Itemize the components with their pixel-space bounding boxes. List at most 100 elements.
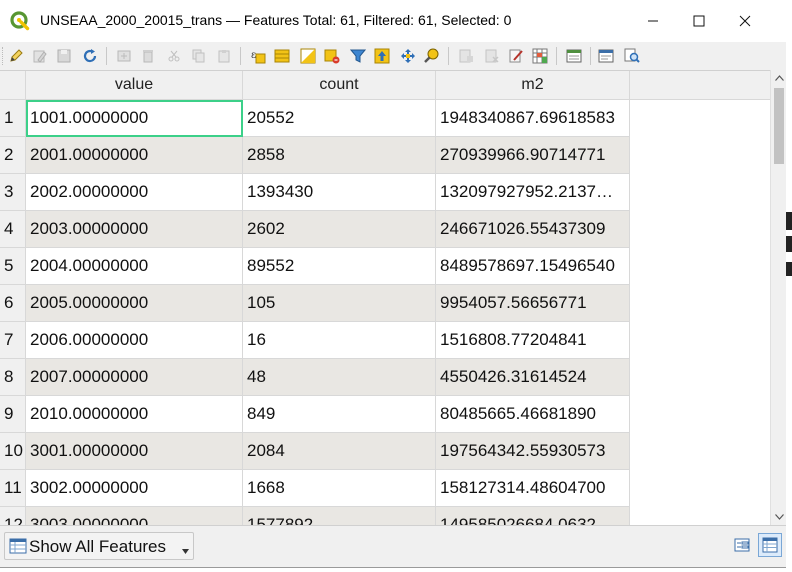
row-number[interactable]: 5 <box>0 248 26 285</box>
pan-to-selection-button[interactable] <box>398 46 418 66</box>
column-header-m2[interactable]: m2 <box>436 71 630 99</box>
zoom-to-selection-button[interactable] <box>422 46 442 66</box>
cell-m2[interactable]: 149585026684.0632 <box>436 507 630 526</box>
vertical-scrollbar[interactable] <box>770 70 786 525</box>
paste-button[interactable] <box>214 46 234 66</box>
form-view-button[interactable] <box>730 533 754 557</box>
invert-selection-button[interactable] <box>298 46 318 66</box>
table-row[interactable]: 10 3001.00000000 2084 197564342.55930573 <box>0 433 630 470</box>
cell-count[interactable]: 105 <box>243 285 436 322</box>
row-number[interactable]: 2 <box>0 137 26 174</box>
deselect-all-button[interactable] <box>322 46 342 66</box>
table-row[interactable]: 1 1001.00000000 20552 1948340867.69618583 <box>0 100 630 137</box>
copy-button[interactable] <box>188 46 208 66</box>
title-bar[interactable]: UNSEAA_2000_20015_trans — Features Total… <box>0 0 786 42</box>
table-row[interactable]: 9 2010.00000000 849 80485665.46681890 <box>0 396 630 433</box>
cell-m2[interactable]: 8489578697.15496540 <box>436 248 630 285</box>
row-number[interactable]: 3 <box>0 174 26 211</box>
delete-feature-button[interactable] <box>138 46 158 66</box>
column-header-count[interactable]: count <box>243 71 436 99</box>
close-button[interactable] <box>722 0 768 42</box>
cell-value[interactable]: 2005.00000000 <box>26 285 243 322</box>
cut-button[interactable] <box>164 46 184 66</box>
column-header-value[interactable]: value <box>26 71 243 99</box>
table-row[interactable]: 11 3002.00000000 1668 158127314.48604700 <box>0 470 630 507</box>
multi-edit-button[interactable] <box>30 46 50 66</box>
table-row[interactable]: 2 2001.00000000 2858 270939966.90714771 <box>0 137 630 174</box>
table-row[interactable]: 4 2003.00000000 2602 246671026.55437309 <box>0 211 630 248</box>
cell-m2[interactable]: 4550426.31614524 <box>436 359 630 396</box>
cell-value[interactable]: 1001.00000000 <box>26 100 243 137</box>
maximize-button[interactable] <box>676 0 722 42</box>
table-row[interactable]: 12 3003.00000000 1577892 149585026684.0632 <box>0 507 630 526</box>
cell-m2[interactable]: 80485665.46681890 <box>436 396 630 433</box>
background-window-edge <box>786 0 792 572</box>
cell-count[interactable]: 16 <box>243 322 436 359</box>
scrollbar-thumb[interactable] <box>774 88 784 164</box>
save-edits-button[interactable] <box>54 46 74 66</box>
cell-m2[interactable]: 270939966.90714771 <box>436 137 630 174</box>
add-feature-button[interactable] <box>114 46 134 66</box>
row-number[interactable]: 6 <box>0 285 26 322</box>
table-row[interactable]: 6 2005.00000000 105 9954057.56656771 <box>0 285 630 322</box>
row-number[interactable]: 12 <box>0 507 26 526</box>
minimize-button[interactable] <box>630 0 676 42</box>
reload-button[interactable] <box>80 46 100 66</box>
row-number[interactable]: 1 <box>0 100 26 137</box>
row-number[interactable]: 9 <box>0 396 26 433</box>
feature-filter-dropdown[interactable]: Show All Features <box>4 532 194 560</box>
cell-value[interactable]: 3002.00000000 <box>26 470 243 507</box>
row-number[interactable]: 11 <box>0 470 26 507</box>
cell-count[interactable]: 2858 <box>243 137 436 174</box>
cell-count[interactable]: 48 <box>243 359 436 396</box>
select-by-expression-button[interactable]: ε <box>248 46 268 66</box>
cell-value[interactable]: 2003.00000000 <box>26 211 243 248</box>
cell-m2[interactable]: 9954057.56656771 <box>436 285 630 322</box>
select-all-button[interactable] <box>272 46 292 66</box>
table-row[interactable]: 7 2006.00000000 16 1516808.77204841 <box>0 322 630 359</box>
scroll-up-button[interactable] <box>771 70 786 86</box>
table-row[interactable]: 8 2007.00000000 48 4550426.31614524 <box>0 359 630 396</box>
cell-m2[interactable]: 197564342.55930573 <box>436 433 630 470</box>
cell-value[interactable]: 2004.00000000 <box>26 248 243 285</box>
new-field-button[interactable] <box>456 46 476 66</box>
move-selection-to-top-button[interactable] <box>372 46 392 66</box>
table-view-button[interactable] <box>758 533 782 557</box>
cell-m2[interactable]: 158127314.48604700 <box>436 470 630 507</box>
cell-count[interactable]: 1668 <box>243 470 436 507</box>
table-row[interactable]: 3 2002.00000000 1393430 132097927952.2137… <box>0 174 630 211</box>
dock-undock-button[interactable] <box>564 46 584 66</box>
cell-value[interactable]: 2007.00000000 <box>26 359 243 396</box>
cell-value[interactable]: 3001.00000000 <box>26 433 243 470</box>
cell-count[interactable]: 2602 <box>243 211 436 248</box>
toggle-editing-button[interactable] <box>6 46 26 66</box>
cell-value[interactable]: 2001.00000000 <box>26 137 243 174</box>
filter-features-button[interactable] <box>348 46 368 66</box>
cell-value[interactable]: 2010.00000000 <box>26 396 243 433</box>
delete-field-button[interactable] <box>482 46 502 66</box>
cell-count[interactable]: 1577892 <box>243 507 436 526</box>
scroll-down-button[interactable] <box>771 509 786 525</box>
row-number[interactable]: 10 <box>0 433 26 470</box>
table-row[interactable]: 5 2004.00000000 89552 8489578697.15496540 <box>0 248 630 285</box>
cell-m2[interactable]: 132097927952.2137… <box>436 174 630 211</box>
row-number[interactable]: 8 <box>0 359 26 396</box>
cell-m2[interactable]: 246671026.55437309 <box>436 211 630 248</box>
field-calculator-button[interactable] <box>506 46 526 66</box>
row-number[interactable]: 4 <box>0 211 26 248</box>
conditional-formatting-button[interactable] <box>530 46 550 66</box>
cell-count[interactable]: 89552 <box>243 248 436 285</box>
row-number[interactable]: 7 <box>0 322 26 359</box>
actions-button[interactable] <box>596 46 616 66</box>
corner-header[interactable] <box>0 71 26 99</box>
cell-count[interactable]: 849 <box>243 396 436 433</box>
cell-m2[interactable]: 1948340867.69618583 <box>436 100 630 137</box>
cell-value[interactable]: 3003.00000000 <box>26 507 243 526</box>
cell-count[interactable]: 1393430 <box>243 174 436 211</box>
cell-value[interactable]: 2006.00000000 <box>26 322 243 359</box>
cell-value[interactable]: 2002.00000000 <box>26 174 243 211</box>
cell-m2[interactable]: 1516808.77204841 <box>436 322 630 359</box>
search-button[interactable] <box>622 46 642 66</box>
cell-count[interactable]: 20552 <box>243 100 436 137</box>
cell-count[interactable]: 2084 <box>243 433 436 470</box>
